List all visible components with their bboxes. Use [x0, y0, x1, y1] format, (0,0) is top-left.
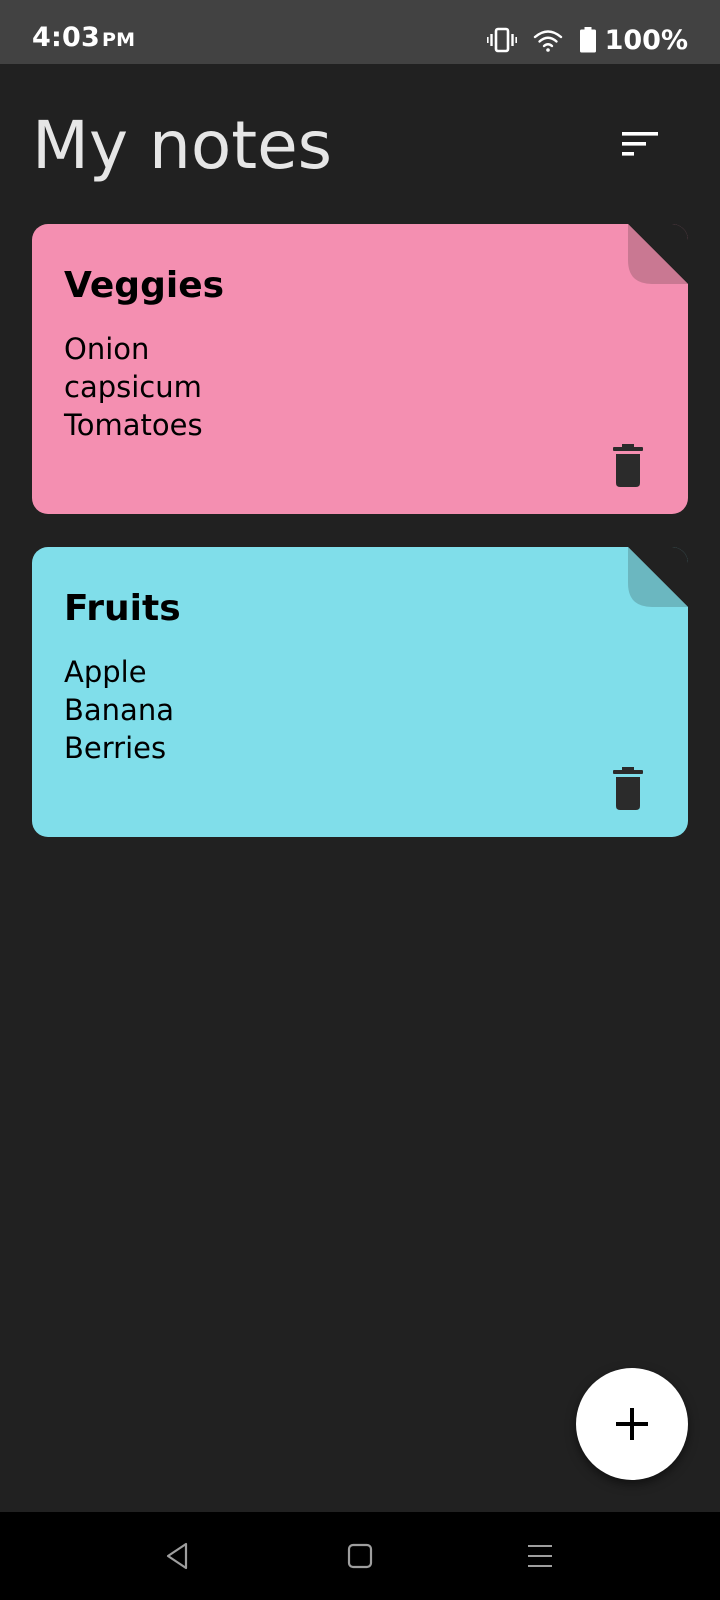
- note-line: Apple: [64, 655, 147, 689]
- wifi-icon: [533, 28, 563, 52]
- status-bar: 4:03 PM 100%: [0, 0, 720, 64]
- note-title: Veggies: [64, 265, 225, 306]
- note-card[interactable]: Fruits Apple Banana Berries: [32, 547, 688, 837]
- status-time: 4:03 PM: [32, 22, 135, 53]
- back-icon: [152, 1530, 204, 1582]
- note-body: Apple Banana Berries: [64, 653, 174, 767]
- back-button[interactable]: [152, 1530, 204, 1582]
- page-title: My notes: [32, 107, 333, 184]
- home-icon: [334, 1530, 386, 1582]
- add-note-button[interactable]: [576, 1368, 688, 1480]
- vibrate-icon: [486, 27, 517, 53]
- note-title: Fruits: [64, 588, 181, 629]
- battery-icon: [579, 27, 597, 53]
- status-time-value: 4:03: [32, 22, 100, 53]
- sort-icon: [604, 132, 672, 179]
- battery-percent: 100%: [604, 24, 688, 56]
- recents-button[interactable]: [514, 1530, 566, 1582]
- note-line: Onion: [64, 332, 150, 366]
- note-body: Onion capsicum Tomatoes: [64, 330, 203, 444]
- trash-icon: [608, 444, 648, 491]
- note-fold-corner: [628, 547, 688, 607]
- sort-button[interactable]: [604, 116, 672, 176]
- navigation-bar: [0, 1512, 720, 1600]
- note-line: Banana: [64, 693, 174, 727]
- plus-icon: [576, 1404, 688, 1444]
- recents-icon: [514, 1530, 566, 1582]
- note-line: Berries: [64, 731, 167, 765]
- trash-icon: [608, 767, 648, 814]
- note-line: capsicum: [64, 370, 202, 404]
- note-line: Tomatoes: [64, 408, 203, 442]
- note-fold-corner: [628, 224, 688, 284]
- home-button[interactable]: [334, 1530, 386, 1582]
- delete-note-button[interactable]: [608, 444, 648, 488]
- status-time-ampm: PM: [101, 29, 136, 51]
- status-icons: 100%: [486, 22, 688, 58]
- delete-note-button[interactable]: [608, 767, 648, 811]
- note-card[interactable]: Veggies Onion capsicum Tomatoes: [32, 224, 688, 514]
